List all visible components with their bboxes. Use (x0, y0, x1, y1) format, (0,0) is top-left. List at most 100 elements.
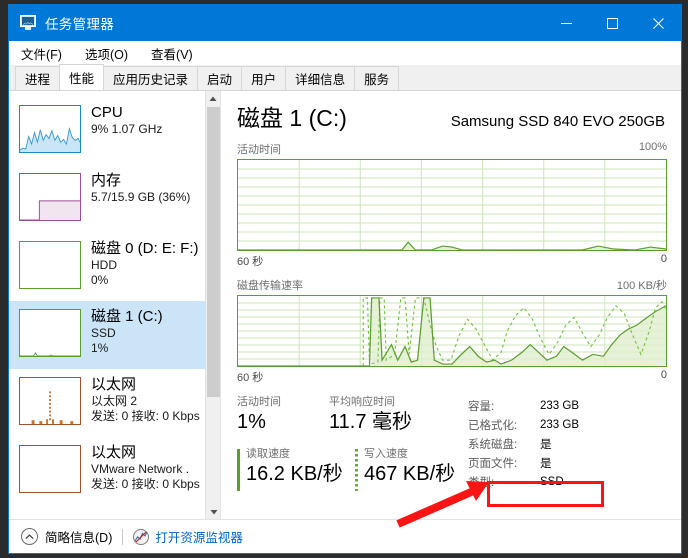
open-resource-monitor-link[interactable]: 打开资源监视器 (155, 527, 243, 546)
sidebar-item-disk-0-title: 磁盘 0 (D: E: F:) (91, 240, 199, 257)
disk-stats-row-1: 活动时间 1% 平均响应时间 11.7 毫秒 (237, 395, 462, 435)
stat-write-speed: 写入速度 467 KB/秒 (355, 447, 456, 491)
sidebar-item-cpu-line2: 9% 1.07 GHz (91, 122, 163, 136)
minimize-button[interactable] (543, 5, 589, 41)
info-row-capacity: 容量: 233 GB (468, 396, 579, 415)
disk-1-thumbnail-graph (19, 309, 81, 357)
sidebar-item-ethernet-2-line3: 发送: 0 接收: 0 Kbps (91, 409, 200, 423)
stat-read-speed: 读取速度 16.2 KB/秒 (237, 447, 355, 491)
menu-file[interactable]: 文件(F) (19, 42, 71, 65)
write-speed-legend-swatch (355, 449, 358, 491)
menu-options[interactable]: 选项(O) (83, 42, 137, 65)
sidebar-item-ethernet-vmware-line3: 发送: 0 接收: 0 Kbps (91, 477, 200, 491)
transfer-rate-chart-labels: 磁盘传输速率 100 KB/秒 (237, 277, 667, 293)
sidebar-item-memory-line2: 5.7/15.9 GB (36%) (91, 190, 191, 204)
info-page-file-value: 是 (540, 457, 552, 470)
transfer-rate-chart-xright: 0 (660, 369, 667, 381)
disk-info-table: 容量: 233 GB 已格式化: 233 GB 系统磁盘: 是 页面文件: 是 … (468, 396, 579, 491)
info-system-disk-value: 是 (540, 438, 552, 451)
read-speed-legend-swatch (237, 449, 240, 491)
title-bar: 任务管理器 (9, 5, 681, 41)
tab-processes[interactable]: 进程 (15, 66, 61, 90)
sidebar-item-disk-0[interactable]: 磁盘 0 (D: E: F:) HDD 0% (9, 233, 206, 301)
tab-startup[interactable]: 启动 (197, 66, 243, 90)
sidebar-item-memory-text: 内存 5.7/15.9 GB (36%) (91, 171, 190, 205)
info-row-page-file: 页面文件: 是 (468, 453, 579, 472)
active-time-chart-footer: 60 秒 0 (237, 253, 667, 269)
task-manager-window: 任务管理器 文件(F) 选项(O) 查看(V) 进程 性能 应用历史记录 启动 … (8, 4, 682, 554)
sidebar-item-ethernet-vmware-line2: VMware Network . (91, 462, 190, 476)
tab-bar: 进程 性能 应用历史记录 启动 用户 详细信息 服务 (9, 64, 681, 91)
sidebar-item-disk-1[interactable]: 磁盘 1 (C:) SSD 1% (9, 301, 206, 369)
disk-detail-panel: 磁盘 1 (C:) Samsung SSD 840 EVO 250GB 活动时间… (221, 91, 681, 519)
sidebar-item-ethernet-2[interactable]: 以太网 以太网 2 发送: 0 接收: 0 Kbps (9, 369, 206, 437)
stat-read-speed-value: 16.2 KB/秒 (246, 463, 343, 485)
resource-list: CPU 9% 1.07 GHz 内存 5.7/15.9 GB (36%) 磁盘 … (9, 91, 206, 505)
stat-write-speed-caption: 写入速度 (364, 448, 408, 460)
active-time-chart-labels: 活动时间 100% (237, 141, 667, 157)
collapse-chevron-icon[interactable] (21, 528, 38, 545)
sidebar-item-memory-title: 内存 (91, 172, 122, 189)
active-time-chart[interactable] (237, 159, 667, 251)
stat-active-time: 活动时间 1% (237, 395, 329, 435)
scroll-up-button[interactable] (206, 91, 220, 106)
screenshot-root: 任务管理器 文件(F) 选项(O) 查看(V) 进程 性能 应用历史记录 启动 … (0, 0, 688, 558)
tab-app-history[interactable]: 应用历史记录 (103, 66, 199, 90)
stat-avg-response-time: 平均响应时间 11.7 毫秒 (329, 395, 412, 435)
info-type-value: SSD (540, 475, 564, 488)
sidebar-item-disk-1-line3: 1% (91, 341, 109, 355)
sidebar-item-cpu[interactable]: CPU 9% 1.07 GHz (9, 97, 206, 165)
disk-stats-row-2: 读取速度 16.2 KB/秒 写入速度 467 KB/秒 (237, 447, 462, 491)
window-controls (543, 5, 681, 41)
transfer-rate-chart-xleft: 60 秒 (237, 372, 264, 384)
page-title: 磁盘 1 (C:) (237, 105, 347, 131)
transfer-rate-chart[interactable] (237, 295, 667, 367)
active-time-chart-max: 100% (638, 141, 667, 153)
sidebar-item-disk-0-text: 磁盘 0 (D: E: F:) HDD 0% (91, 239, 199, 288)
stat-read-speed-caption: 读取速度 (246, 448, 290, 460)
memory-thumbnail-graph (19, 173, 81, 221)
fewer-details-button[interactable]: 简略信息(D) (45, 527, 112, 546)
active-time-chart-xright: 0 (660, 253, 667, 265)
sidebar-scrollbar[interactable] (205, 91, 220, 519)
tab-details[interactable]: 详细信息 (285, 66, 356, 90)
ethernet-2-thumbnail-graph (19, 377, 81, 425)
menu-view[interactable]: 查看(V) (149, 42, 202, 65)
disk-stats-area: 活动时间 1% 平均响应时间 11.7 毫秒 读取速度 16.2 KB/秒 写入… (237, 395, 667, 491)
sidebar-item-cpu-text: CPU 9% 1.07 GHz (91, 103, 162, 137)
tab-users[interactable]: 用户 (241, 66, 287, 90)
info-row-type: 类型: SSD (468, 472, 579, 491)
scrollbar-thumb[interactable] (207, 107, 220, 397)
sidebar-item-memory[interactable]: 内存 5.7/15.9 GB (36%) (9, 165, 206, 233)
sidebar-item-ethernet-2-line2: 以太网 2 (91, 394, 138, 408)
info-system-disk-key: 系统磁盘: (468, 438, 518, 451)
disk-0-thumbnail-graph (19, 241, 81, 289)
close-button[interactable] (635, 5, 681, 41)
sidebar-item-ethernet-2-title: 以太网 (91, 376, 137, 393)
maximize-button[interactable] (589, 5, 635, 41)
transfer-rate-chart-max: 100 KB/秒 (616, 280, 667, 292)
tab-performance[interactable]: 性能 (59, 64, 105, 90)
sidebar-item-ethernet-vmware[interactable]: 以太网 VMware Network . 发送: 0 接收: 0 Kbps (9, 437, 206, 505)
sidebar-item-disk-1-text: 磁盘 1 (C:) SSD 1% (91, 307, 163, 356)
menu-bar: 文件(F) 选项(O) 查看(V) (9, 41, 681, 65)
stat-active-time-value: 1% (237, 411, 266, 433)
info-capacity-key: 容量: (468, 400, 495, 413)
resource-monitor-icon (133, 528, 150, 545)
info-formatted-key: 已格式化: (468, 419, 518, 432)
transfer-rate-chart-footer: 60 秒 0 (237, 369, 667, 385)
info-page-file-key: 页面文件: (468, 457, 518, 470)
info-formatted-value: 233 GB (540, 418, 579, 431)
transfer-rate-chart-caption: 磁盘传输速率 (237, 280, 303, 292)
status-bar: 简略信息(D) 打开资源监视器 (9, 519, 681, 553)
status-separator (122, 528, 124, 545)
stat-write-speed-value: 467 KB/秒 (364, 463, 456, 485)
active-time-chart-xleft: 60 秒 (237, 256, 264, 268)
sidebar-item-disk-0-line2: HDD (91, 258, 117, 272)
tab-services[interactable]: 服务 (354, 66, 400, 90)
disk-model: Samsung SSD 840 EVO 250GB (450, 113, 665, 130)
sidebar-item-disk-0-line3: 0% (91, 273, 109, 287)
stat-avg-response-time-caption: 平均响应时间 (329, 396, 395, 408)
scroll-down-button[interactable] (206, 504, 220, 519)
sidebar-item-ethernet-vmware-title: 以太网 (91, 444, 137, 461)
